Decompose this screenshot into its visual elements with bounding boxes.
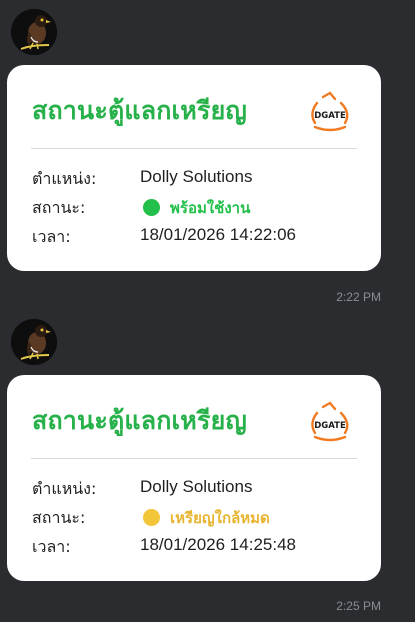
status-dot-icon (143, 509, 160, 526)
location-value: Dolly Solutions (140, 167, 253, 186)
bot-avatar[interactable] (11, 319, 57, 365)
dgate-logo-icon: DGATE (305, 91, 355, 133)
time-value: 18/01/2026 14:22:06 (140, 225, 296, 244)
status-dot-icon (143, 199, 160, 216)
status-value: พร้อมใช้งาน (170, 199, 251, 217)
bot-avatar[interactable] (11, 9, 57, 55)
bird-avatar-icon (11, 9, 57, 55)
time-value: 18/01/2026 14:25:48 (140, 535, 296, 554)
card-title: สถานะตู้แลกเหรียญ (32, 406, 247, 435)
dgate-logo-icon: DGATE (305, 401, 355, 443)
time-label: เวลา: (32, 537, 71, 556)
card-title: สถานะตู้แลกเหรียญ (32, 96, 247, 125)
status-card: สถานะตู้แลกเหรียญ DGATE ตำแหน่ง: Dolly S… (7, 65, 381, 271)
message-timestamp: 2:22 PM (336, 290, 381, 304)
location-value: Dolly Solutions (140, 477, 253, 496)
chat-view: สถานะตู้แลกเหรียญ DGATE ตำแหน่ง: Dolly S… (0, 0, 415, 622)
divider (31, 458, 357, 459)
svg-text:DGATE: DGATE (314, 111, 346, 121)
location-label: ตำแหน่ง: (32, 169, 97, 188)
bird-avatar-icon (11, 319, 57, 365)
message-timestamp: 2:25 PM (336, 599, 381, 613)
status-card: สถานะตู้แลกเหรียญ DGATE ตำแหน่ง: Dolly S… (7, 375, 381, 581)
svg-text:DGATE: DGATE (314, 421, 346, 431)
status-value: เหรียญใกล้หมด (170, 509, 270, 527)
location-label: ตำแหน่ง: (32, 479, 97, 498)
time-label: เวลา: (32, 227, 71, 246)
status-label: สถานะ: (32, 508, 86, 527)
status-label: สถานะ: (32, 198, 86, 217)
divider (31, 148, 357, 149)
